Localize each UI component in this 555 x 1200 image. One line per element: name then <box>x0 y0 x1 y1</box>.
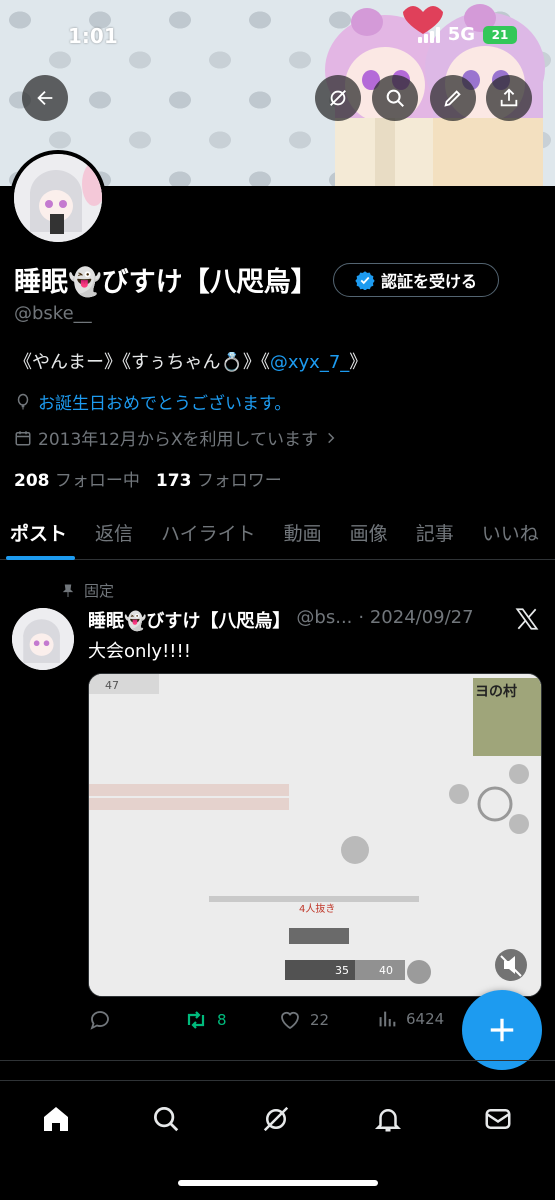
like-button[interactable]: 22 <box>278 1008 329 1032</box>
like-icon <box>281 1011 299 1030</box>
tweet-media-video[interactable]: 47 ヨの村 4人抜き 35 40 <box>88 673 542 997</box>
search-button[interactable] <box>372 75 418 121</box>
media-kill-text: 4人抜き <box>299 902 335 915</box>
compose-plus-icon <box>490 1018 514 1042</box>
tweet-avatar-image <box>12 608 74 670</box>
tweet-author-handle[interactable]: @bs... <box>296 607 352 633</box>
signal-icon <box>417 26 440 43</box>
feed-divider <box>0 1060 555 1061</box>
network-label: 5G <box>447 24 475 45</box>
tab-posts[interactable]: ポスト <box>0 505 81 560</box>
share-button[interactable] <box>486 75 532 121</box>
joined-text: 2013年12月からXを利用しています <box>38 430 319 450</box>
birthday-row: お誕生日おめでとうございます。 <box>14 389 291 414</box>
profile-handle: @bske__ <box>14 303 92 324</box>
followers-count: 173 <box>155 471 192 491</box>
battery-icon: 21 <box>483 25 517 44</box>
tab-articles[interactable]: 記事 <box>402 505 468 560</box>
battery-level: 21 <box>491 27 509 42</box>
tab-highlights[interactable]: ハイライト <box>147 505 270 560</box>
followers-label: フォロワー <box>196 471 282 491</box>
avatar-image <box>14 154 102 242</box>
profile-avatar[interactable] <box>10 150 106 246</box>
game-screenshot: 47 ヨの村 4人抜き 35 40 <box>89 674 541 996</box>
calendar-icon <box>15 430 31 445</box>
tweet-header: 睡眠👻びすけ【八咫烏】 @bs... · 2024/09/27 <box>88 607 474 633</box>
nav-messages[interactable] <box>478 1099 518 1139</box>
following-label: フォロー中 <box>54 471 140 491</box>
tweet-author-avatar[interactable] <box>12 608 74 670</box>
reply-icon <box>90 1011 109 1030</box>
compose-button[interactable] <box>462 990 542 1070</box>
nav-explore[interactable] <box>146 1099 186 1139</box>
profile-bio: 《やんまー》《すぅちゃん💍》《@xyx_7_》 <box>14 348 367 374</box>
status-bar: 1:01 5G 21 <box>0 0 555 72</box>
back-button[interactable] <box>22 75 68 121</box>
views-count: 6424 <box>406 1010 445 1028</box>
tweet-date[interactable]: · 2024/09/27 <box>358 607 473 633</box>
home-indicator <box>178 1180 378 1186</box>
nav-notifications[interactable] <box>368 1099 408 1139</box>
chevron-right-icon <box>328 432 335 443</box>
messages-icon <box>485 1109 511 1129</box>
search-icon <box>386 89 404 107</box>
tweet-text: 大会only!!!! <box>88 641 191 662</box>
followers-link[interactable]: 173 フォロワー <box>156 466 282 491</box>
tab-likes[interactable]: いいね <box>468 505 553 560</box>
status-time: 1:01 <box>68 24 118 48</box>
following-link[interactable]: 208 フォロー中 <box>14 466 140 491</box>
bio-text-end: 》 <box>349 352 368 373</box>
retweet-icon <box>187 1011 205 1029</box>
nav-home[interactable] <box>36 1099 76 1139</box>
grok-icon <box>330 90 346 106</box>
reply-button[interactable] <box>88 1008 120 1032</box>
edit-icon <box>444 90 461 107</box>
following-count: 208 <box>14 471 50 491</box>
views-button[interactable]: 6424 <box>376 1008 444 1030</box>
profile-tabs: ポスト 返信 ハイライト 動画 画像 記事 いいね <box>0 505 555 560</box>
grok-nav-icon <box>263 1106 289 1132</box>
joined-row[interactable]: 2013年12月からXを利用しています <box>14 425 338 450</box>
pinned-label: 固定 <box>84 582 115 600</box>
status-indicators: 5G 21 <box>417 24 517 45</box>
profile-display-name: 睡眠👻びすけ【八咫烏】 <box>14 267 318 298</box>
x-logo-icon[interactable] <box>514 606 540 632</box>
bio-text: 《やんまー》《すぅちゃん💍》《 <box>14 352 270 373</box>
media-level: 47 <box>105 679 119 692</box>
tweet-actions: 8 22 6424 <box>88 1008 468 1034</box>
verified-badge-icon <box>355 271 375 290</box>
tab-images[interactable]: 画像 <box>336 505 402 560</box>
nav-grok[interactable] <box>256 1099 296 1139</box>
tab-videos[interactable]: 動画 <box>270 505 336 560</box>
retweet-count: 8 <box>217 1011 227 1029</box>
explore-icon <box>154 1107 179 1132</box>
media-ammo-left: 35 <box>335 964 349 977</box>
grok-button[interactable] <box>315 75 361 121</box>
views-icon <box>379 1011 396 1027</box>
get-verified-button[interactable]: 認証を受ける <box>333 263 499 297</box>
media-map-label: ヨの村 <box>475 683 517 700</box>
back-arrow-icon <box>37 90 53 106</box>
bio-mention-link[interactable]: @xyx_7_ <box>270 352 349 373</box>
pinned-indicator: 固定 <box>60 580 114 601</box>
edit-button[interactable] <box>430 75 476 121</box>
birthday-text: お誕生日おめでとうございます。 <box>38 394 292 414</box>
like-count: 22 <box>310 1011 330 1029</box>
home-icon <box>44 1107 68 1131</box>
tweet-author-name[interactable]: 睡眠👻びすけ【八咫烏】 <box>88 607 290 633</box>
follow-stats: 208 フォロー中 173 フォロワー <box>14 466 282 491</box>
notifications-icon <box>374 1109 402 1132</box>
get-verified-label: 認証を受ける <box>380 272 477 291</box>
pin-icon <box>62 584 74 597</box>
balloon-icon <box>17 393 29 409</box>
share-icon <box>500 88 518 107</box>
retweet-button[interactable]: 8 <box>183 1008 227 1032</box>
media-ammo-right: 40 <box>379 964 393 977</box>
tab-replies[interactable]: 返信 <box>81 505 147 560</box>
